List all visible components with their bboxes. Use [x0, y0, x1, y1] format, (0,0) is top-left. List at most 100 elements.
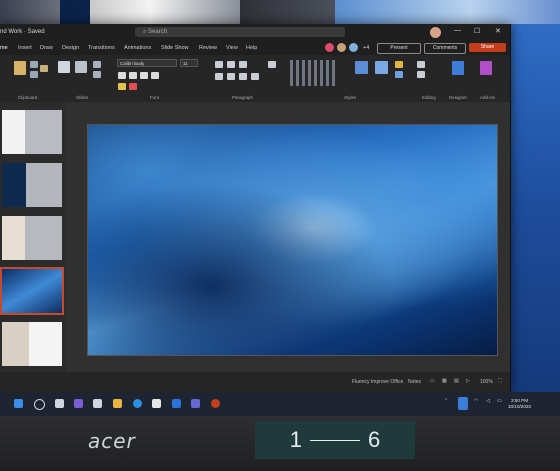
search-icon[interactable]: [34, 399, 45, 410]
minimize-button[interactable]: —: [454, 27, 461, 34]
strikethrough-icon[interactable]: [151, 72, 159, 79]
collaborator-avatar[interactable]: [337, 43, 346, 52]
wifi-icon[interactable]: ◠: [474, 398, 478, 404]
brand-logo: acer: [88, 429, 136, 453]
slide-thumbnail[interactable]: [2, 163, 62, 207]
group-label: Paragraph: [232, 95, 254, 100]
tab-help[interactable]: Help: [246, 45, 257, 51]
edge-icon[interactable]: [133, 399, 142, 408]
maximize-button[interactable]: ☐: [474, 27, 480, 35]
tray-app-icon[interactable]: [458, 397, 468, 410]
indent-icon[interactable]: [239, 61, 247, 68]
bullets-icon[interactable]: [215, 61, 223, 68]
bold-icon[interactable]: [118, 72, 126, 79]
quick-styles-icon[interactable]: [375, 61, 388, 74]
present-button[interactable]: Present: [377, 43, 421, 54]
shape-outline-icon[interactable]: [395, 71, 403, 78]
text-direction-icon[interactable]: [268, 61, 276, 68]
new-slide-icon[interactable]: [58, 61, 70, 73]
slide-thumbnail[interactable]: [2, 216, 62, 260]
arrange-icon[interactable]: [355, 61, 368, 74]
tab-transitions[interactable]: Transitions: [88, 45, 115, 51]
notes-button[interactable]: Notes: [408, 379, 421, 385]
font-name-select[interactable]: Calibri Body: [117, 59, 177, 67]
font-color-icon[interactable]: [129, 83, 137, 90]
search-box[interactable]: ⌕ Search: [135, 27, 345, 37]
indicator-total: 6: [368, 427, 381, 452]
font-size-select[interactable]: 11: [180, 59, 198, 67]
tab-draw[interactable]: Draw: [40, 45, 53, 51]
windows-start-icon[interactable]: [14, 399, 23, 408]
shapes-gallery[interactable]: [290, 60, 338, 86]
tab-view[interactable]: View: [226, 45, 238, 51]
system-clock[interactable]: 3:50 PM 10/10/2023: [508, 398, 531, 410]
find-icon[interactable]: [417, 61, 425, 68]
tab-animations[interactable]: Animations: [124, 45, 151, 51]
designer-icon[interactable]: [480, 61, 492, 75]
group-label: Slides: [76, 95, 89, 100]
user-avatar[interactable]: [430, 27, 441, 38]
battery-icon[interactable]: ▭: [497, 398, 502, 404]
replace-icon[interactable]: [417, 71, 425, 78]
align-left-icon[interactable]: [215, 73, 223, 80]
numbering-icon[interactable]: [227, 61, 235, 68]
tab-slide-show[interactable]: Slide Show: [161, 45, 189, 51]
file-explorer-icon[interactable]: [113, 399, 122, 408]
task-view-icon[interactable]: [55, 399, 64, 408]
indicator-divider: [310, 439, 360, 441]
tab-insert[interactable]: Insert: [18, 45, 32, 51]
chevron-up-icon[interactable]: ⌃: [444, 398, 448, 404]
reuse-slides-icon[interactable]: [75, 61, 87, 73]
collaborator-count: +4: [363, 45, 370, 51]
copy-icon[interactable]: [30, 71, 38, 78]
justify-icon[interactable]: [251, 73, 259, 80]
layout-icon[interactable]: [93, 61, 101, 68]
underline-icon[interactable]: [140, 72, 148, 79]
wallpaper-strip: [510, 24, 560, 392]
reset-icon[interactable]: [93, 71, 101, 78]
slide-sorter-icon[interactable]: ▦: [442, 378, 447, 384]
outlook-icon[interactable]: [172, 399, 181, 408]
slide-thumbnail[interactable]: [2, 322, 62, 366]
close-button[interactable]: ✕: [495, 27, 501, 35]
teams-icon[interactable]: [74, 399, 83, 408]
group-label: Font: [150, 95, 160, 100]
reading-view-icon[interactable]: ▤: [454, 378, 459, 384]
slide-editor: [66, 102, 510, 372]
share-button[interactable]: Share: [469, 43, 506, 52]
slide-thumbnail[interactable]: [2, 110, 62, 154]
widgets-icon[interactable]: [93, 399, 102, 408]
teams-chat-icon[interactable]: [191, 399, 200, 408]
tab-design[interactable]: Design: [62, 45, 79, 51]
align-center-icon[interactable]: [227, 73, 235, 80]
document-title: nd Work · Saved: [0, 29, 45, 35]
collaborator-avatar[interactable]: [325, 43, 334, 52]
normal-view-icon[interactable]: ▭: [430, 378, 435, 384]
shape-fill-icon[interactable]: [395, 61, 403, 68]
tab-review[interactable]: Review: [199, 45, 217, 51]
tab-home[interactable]: me: [0, 45, 8, 51]
align-right-icon[interactable]: [239, 73, 247, 80]
paste-icon[interactable]: [14, 61, 26, 75]
group-label: Add-ins: [480, 95, 496, 100]
status-extra: Fluency Improve Office: [352, 379, 404, 385]
italic-icon[interactable]: [129, 72, 137, 79]
collaborator-avatar[interactable]: [349, 43, 358, 52]
status-bar: Fluency Improve Office Notes ▭ ▦ ▤ ▷ 100…: [0, 372, 510, 392]
dictate-icon[interactable]: [452, 61, 464, 75]
highlight-icon[interactable]: [118, 83, 126, 90]
current-slide[interactable]: [87, 124, 498, 356]
title-bar: nd Work · Saved ⌕ Search — ☐ ✕: [0, 24, 510, 41]
cut-icon[interactable]: [30, 61, 38, 68]
powerpoint-taskbar-icon[interactable]: [211, 399, 220, 408]
store-icon[interactable]: [152, 399, 161, 408]
page-indicator: 1 6: [255, 421, 415, 459]
ribbon: Calibri Body 11 Clipboard Slides Font Pa…: [0, 55, 510, 103]
format-painter-icon[interactable]: [40, 65, 48, 72]
slide-thumbnail-selected[interactable]: [0, 267, 64, 315]
comments-button[interactable]: Comments: [424, 43, 466, 54]
fit-slide-icon[interactable]: ⛶: [498, 378, 502, 384]
volume-icon[interactable]: ◁: [486, 398, 490, 404]
zoom-level[interactable]: 100%: [480, 379, 493, 385]
slideshow-icon[interactable]: ▷: [466, 378, 470, 384]
